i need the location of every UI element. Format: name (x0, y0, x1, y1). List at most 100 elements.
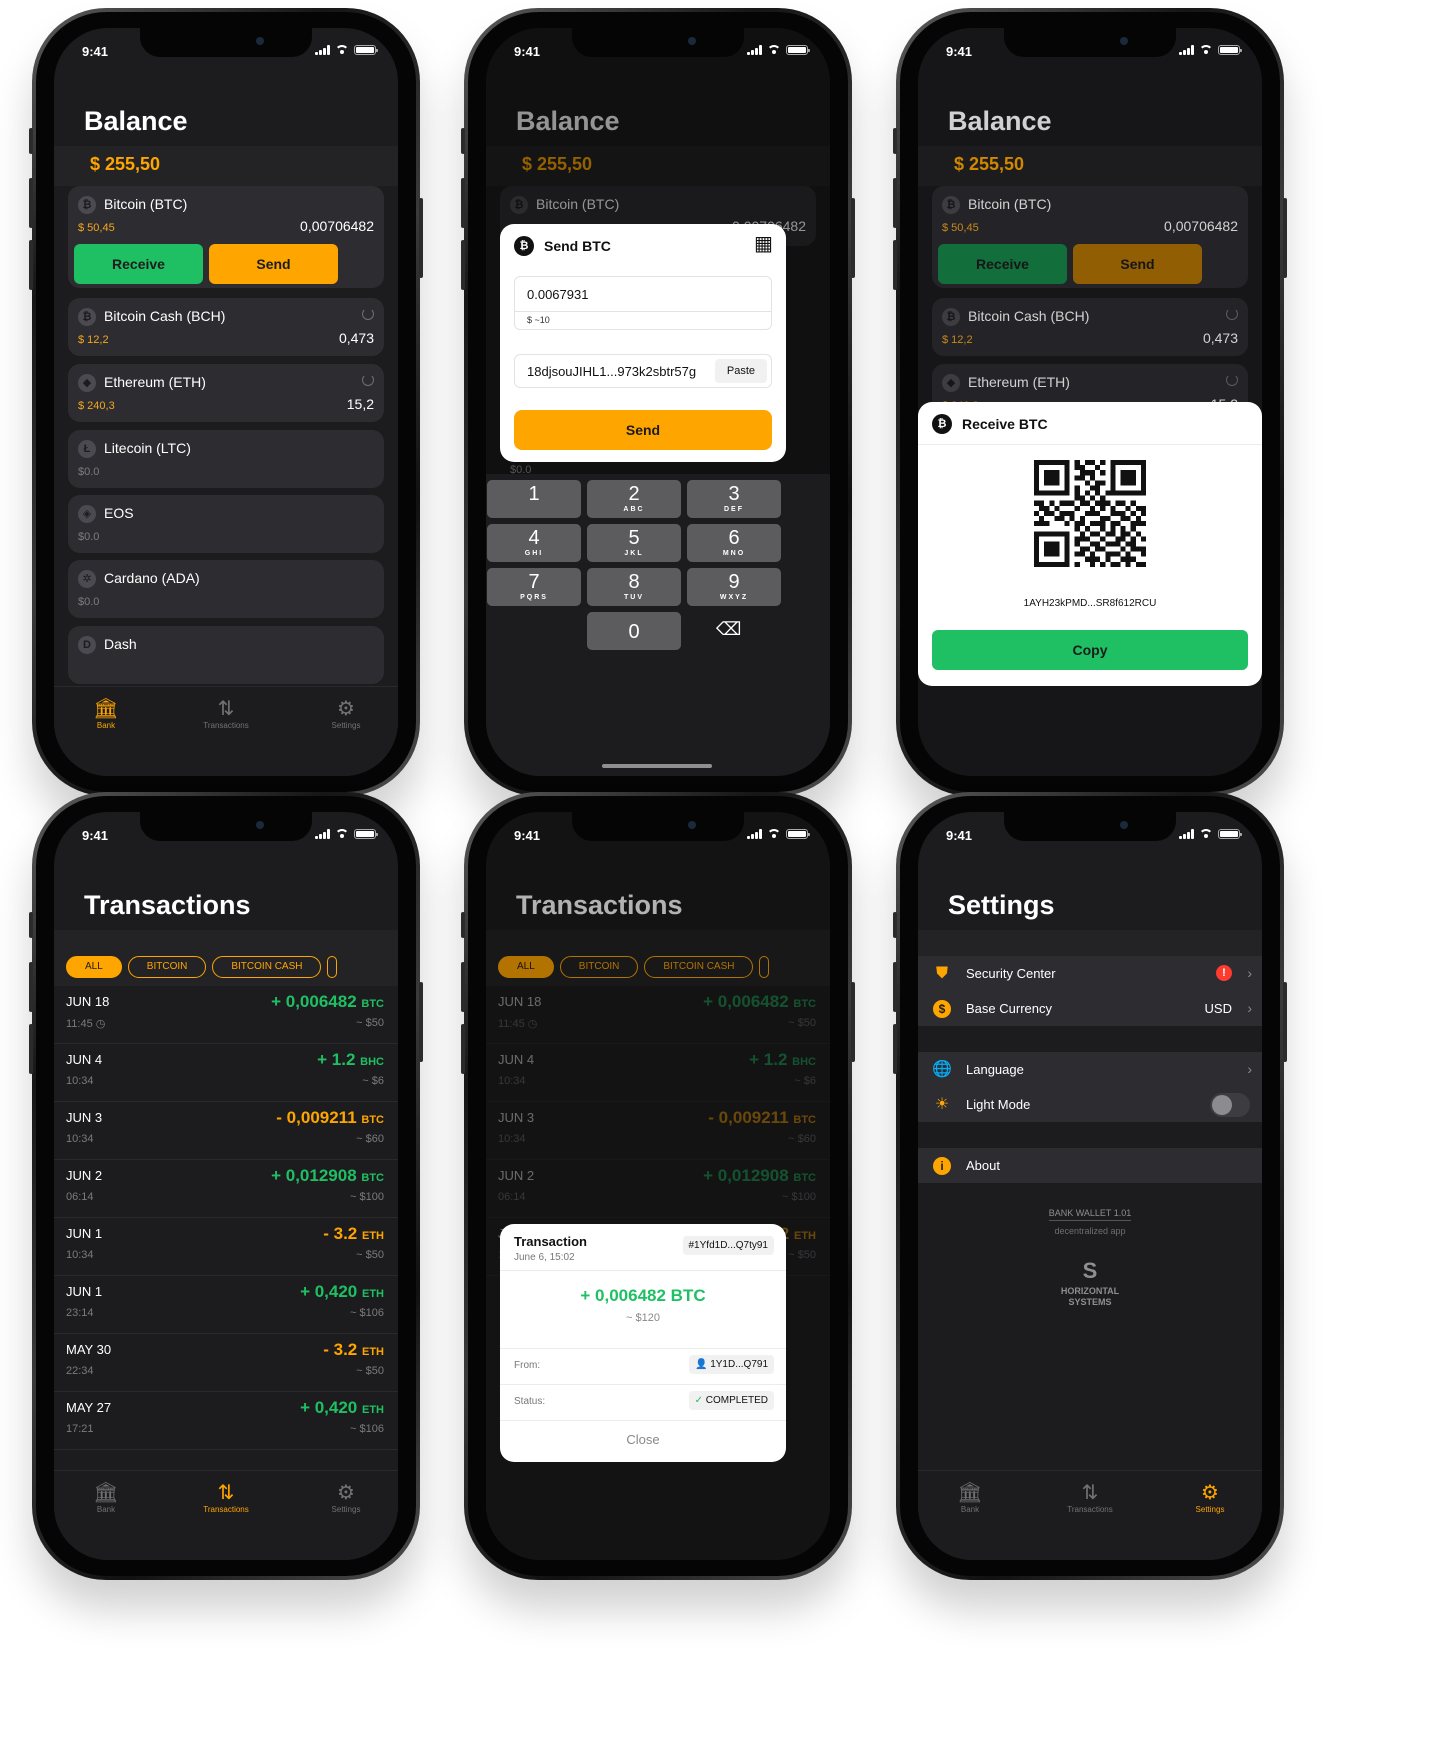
tab-transactions[interactable]: ⇅ Transactions (186, 1481, 266, 1514)
signal-icon (315, 45, 330, 55)
tab-settings[interactable]: ⚙ Settings (306, 697, 386, 730)
tab-transactions[interactable]: ⇅ Transactions (186, 697, 266, 730)
coin-card[interactable]: D Dash (68, 626, 384, 684)
user-icon: 👤 (694, 1359, 708, 1370)
tx-amount: + 0,006482 (271, 992, 357, 1011)
battery-icon (786, 829, 810, 839)
filter-chip[interactable]: ALL (66, 956, 122, 978)
keypad-key-6[interactable]: 6 MNO (687, 524, 781, 562)
keypad-key-9[interactable]: 9 WXYZ (687, 568, 781, 606)
language-row[interactable]: 🌐 Language › (918, 1052, 1262, 1087)
status-time: 9:41 (82, 828, 109, 843)
tab-settings[interactable]: ⚙ Settings (1170, 1481, 1250, 1514)
tx-unit: BTC (361, 1172, 384, 1184)
address-field[interactable]: 18djsouJIHL1...973k2sbtr57g Paste (514, 354, 772, 388)
filter-chip[interactable]: BITCOIN (127, 956, 207, 978)
coin-card[interactable]: ₿ Bitcoin (BTC) $ 50,45 0,00706482 Recei… (68, 186, 384, 288)
bitcoin-cash-icon: ₿ (78, 308, 96, 326)
bank-icon: 🏛 (957, 1482, 983, 1504)
paste-button[interactable]: Paste (715, 359, 767, 383)
tab-settings[interactable]: ⚙ Settings (306, 1481, 386, 1514)
info-icon: i (933, 1157, 951, 1175)
home-indicator (602, 764, 712, 768)
sync-spinner-icon (362, 374, 374, 386)
keypad-key-0[interactable]: 0 (587, 612, 681, 650)
filter-chip[interactable]: BITCOIN CASH (212, 956, 322, 978)
coin-card[interactable]: ◆ Ethereum (ETH) $ 240,3 15,2 (68, 364, 384, 422)
tab-label: Transactions (1067, 1505, 1113, 1514)
qr-scan-icon[interactable]: ▦ (754, 234, 774, 254)
tx-amount: + 0,012908 (271, 1166, 357, 1185)
alert-icon: ! (1216, 965, 1232, 981)
transaction-row[interactable]: JUN 18 11:45 ◷ + 0,006482 BTC ~ $50 (54, 986, 398, 1044)
coin-fiat-value: $ 240,3 (78, 400, 115, 412)
transaction-row[interactable]: MAY 27 17:21 + 0,420 ETH ~ $106 (54, 1392, 398, 1450)
send-confirm-button[interactable]: Send (514, 410, 772, 450)
coin-card[interactable]: ✲ Cardano (ADA) $0.0 (68, 560, 384, 618)
tx-amount: + 0,420 (300, 1398, 358, 1417)
bank-icon: 🏛 (93, 1482, 119, 1504)
bitcoin-icon: ₿ (932, 414, 952, 434)
chevron-right-icon: › (1247, 965, 1252, 981)
keypad-key-1[interactable]: 1 (487, 480, 581, 518)
tab-bank[interactable]: 🏛 Bank (930, 1481, 1010, 1514)
tx-fiat: ~ $120 (626, 1312, 660, 1324)
tab-bank[interactable]: 🏛 Bank (66, 697, 146, 730)
signal-icon (1179, 829, 1194, 839)
copy-button[interactable]: Copy (932, 630, 1248, 670)
eos-icon: ◈ (78, 505, 96, 523)
keypad-key-4[interactable]: 4 GHI (487, 524, 581, 562)
notch (140, 812, 312, 841)
tx-fiat: ~ $50 (356, 1365, 384, 1377)
backspace-icon[interactable]: ⌫ (716, 619, 741, 640)
phone-send: 9:41 Balance $ 255,50 ₿ Bitcoin (BTC) 0,… (461, 8, 855, 796)
transaction-row[interactable]: JUN 2 06:14 + 0,012908 BTC ~ $100 (54, 1160, 398, 1218)
coin-fiat-value: $0.0 (78, 596, 100, 608)
close-button[interactable]: Close (500, 1432, 786, 1447)
tab-bank[interactable]: 🏛 Bank (66, 1481, 146, 1514)
horizontal-systems-logo-icon: S (1082, 1258, 1098, 1283)
tx-hash[interactable]: #1Yfd1D...Q7ty91 (682, 1236, 774, 1255)
keypad-key-5[interactable]: 5 JKL (587, 524, 681, 562)
keypad-key-8[interactable]: 8 TUV (587, 568, 681, 606)
coin-name: Cardano (ADA) (104, 570, 200, 586)
tab-label: Bank (960, 1505, 980, 1514)
security-center-row[interactable]: ⛊ Security Center ! › (918, 956, 1262, 991)
phone-receive: 9:41 Balance $ 255,50 ₿ Bitcoin (BTC) $ … (893, 8, 1287, 796)
coin-fiat-value: $ 12,2 (78, 334, 109, 346)
about-row[interactable]: i About (918, 1148, 1262, 1183)
tab-bar: 🏛 Bank ⇅ Transactions ⚙ Settings (54, 686, 398, 776)
from-address[interactable]: 👤 1Y1D...Q791 (688, 1355, 774, 1374)
status-time: 9:41 (946, 828, 973, 843)
tab-transactions[interactable]: ⇅ Transactions (1050, 1481, 1130, 1514)
keypad-key-3[interactable]: 3 DEF (687, 480, 781, 518)
brand-name: HORIZONTAL SYSTEMS (1060, 1286, 1120, 1307)
transaction-row[interactable]: JUN 1 10:34 - 3.2 ETH ~ $50 (54, 1218, 398, 1276)
filter-chips: ALL BITCOIN BITCOIN CASH (66, 956, 338, 978)
transaction-row[interactable]: MAY 30 22:34 - 3.2 ETH ~ $50 (54, 1334, 398, 1392)
base-currency-row[interactable]: $ Base Currency USD › (918, 991, 1262, 1026)
coin-card[interactable]: Ł Litecoin (LTC) $0.0 (68, 430, 384, 488)
gear-icon: ⚙ (337, 698, 355, 720)
send-button[interactable]: Send (209, 244, 338, 284)
screen: 9:41 Settings ⛊ Security Center ! › $ Ba… (918, 812, 1262, 1560)
receive-button[interactable]: Receive (74, 244, 203, 284)
signal-icon (1179, 45, 1194, 55)
sync-spinner-icon (362, 308, 374, 320)
tx-unit: ETH (362, 1346, 384, 1358)
battery-icon (1218, 45, 1242, 55)
transaction-row[interactable]: JUN 1 23:14 + 0,420 ETH ~ $106 (54, 1276, 398, 1334)
keypad-key-7[interactable]: 7 PQRS (487, 568, 581, 606)
check-icon: ✓ (694, 1395, 703, 1406)
battery-icon (354, 45, 378, 55)
transaction-row[interactable]: JUN 4 10:34 + 1.2 BHC ~ $6 (54, 1044, 398, 1102)
amount-field[interactable]: 0.0067931 $ ~10 (514, 276, 772, 330)
page-title: Balance (84, 106, 188, 136)
receive-address[interactable]: 1AYH23kPMD...SR8f612RCU (918, 598, 1262, 609)
keypad-key-2[interactable]: 2 ABC (587, 480, 681, 518)
cardano-icon: ✲ (78, 570, 96, 588)
transaction-row[interactable]: JUN 3 10:34 - 0,009211 BTC ~ $60 (54, 1102, 398, 1160)
light-mode-toggle[interactable] (1210, 1093, 1250, 1117)
coin-card[interactable]: ◈ EOS $0.0 (68, 495, 384, 553)
coin-card[interactable]: ₿ Bitcoin Cash (BCH) $ 12,2 0,473 (68, 298, 384, 356)
